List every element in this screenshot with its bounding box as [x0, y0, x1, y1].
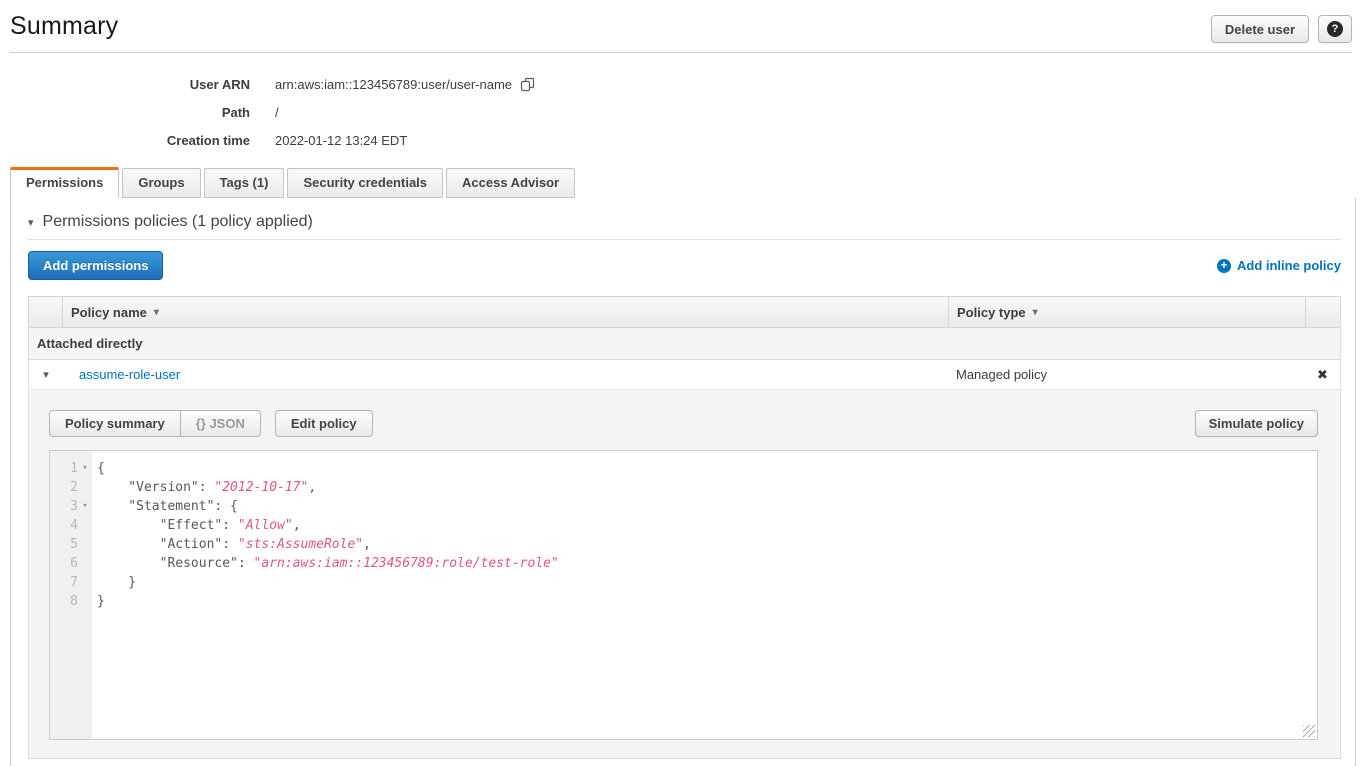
- remove-policy-icon[interactable]: ✖: [1305, 367, 1340, 383]
- json-button[interactable]: {} JSON: [180, 410, 261, 437]
- policy-table: Policy name ▾ Policy type ▾ Attached dir…: [28, 296, 1341, 759]
- path-label: Path: [0, 105, 250, 120]
- creation-time-value: 2022-01-12 13:24 EDT: [275, 133, 407, 148]
- delete-user-button[interactable]: Delete user: [1211, 15, 1309, 43]
- plus-icon: +: [1217, 259, 1231, 273]
- permissions-policies-section-header: ▾ Permissions policies (1 policy applied…: [28, 198, 1341, 231]
- page-title: Summary: [10, 12, 118, 41]
- simulate-policy-button[interactable]: Simulate policy: [1195, 410, 1318, 437]
- view-toggle-group: Policy summary {} JSON: [49, 410, 261, 437]
- tab-groups[interactable]: Groups: [122, 168, 200, 198]
- attached-directly-group-row: Attached directly: [28, 328, 1341, 360]
- copy-icon[interactable]: [520, 77, 535, 92]
- tab-permissions[interactable]: Permissions: [10, 167, 119, 198]
- policy-detail-toolbar: Policy summary {} JSON Edit policy Simul…: [49, 410, 1318, 437]
- policy-type-cell: Managed policy: [948, 367, 1305, 382]
- detail-row-user-arn: User ARN arn:aws:iam::123456789:user/use…: [0, 70, 1362, 98]
- row-expander-icon[interactable]: ▾: [29, 368, 63, 381]
- user-details: User ARN arn:aws:iam::123456789:user/use…: [0, 53, 1362, 154]
- section-divider: [28, 239, 1341, 240]
- path-value: /: [275, 105, 279, 120]
- tab-bar: Permissions Groups Tags (1) Security cre…: [0, 168, 1362, 198]
- edit-policy-button[interactable]: Edit policy: [275, 410, 373, 437]
- policy-json-editor[interactable]: 1▾23▾45678 { "Version": "2012-10-17", "S…: [49, 450, 1318, 740]
- section-heading: Permissions policies (1 policy applied): [43, 213, 313, 231]
- permissions-toolbar: Add permissions + Add inline policy: [28, 251, 1341, 280]
- section-collapse-icon[interactable]: ▾: [28, 216, 34, 229]
- sort-caret-icon: ▾: [154, 307, 159, 318]
- detail-row-creation-time: Creation time 2022-01-12 13:24 EDT: [0, 126, 1362, 154]
- policy-type-column-header[interactable]: Policy type ▾: [948, 297, 1305, 327]
- policy-table-row: ▾ assume-role-user Managed policy ✖: [28, 360, 1341, 390]
- tab-security-credentials[interactable]: Security credentials: [287, 168, 443, 198]
- tab-access-advisor[interactable]: Access Advisor: [446, 168, 575, 198]
- expander-column-header: [29, 297, 63, 327]
- policy-editor-gutter: 1▾23▾45678: [50, 451, 92, 739]
- help-icon: ?: [1327, 21, 1343, 37]
- editor-resize-handle[interactable]: [1303, 725, 1315, 737]
- page-header: Summary Delete user ?: [0, 0, 1362, 43]
- policy-name-column-header[interactable]: Policy name ▾: [63, 297, 948, 327]
- user-arn-label: User ARN: [0, 77, 250, 92]
- tab-tags[interactable]: Tags (1): [204, 168, 285, 198]
- policy-name-link[interactable]: assume-role-user: [79, 367, 180, 382]
- sort-caret-icon: ▾: [1033, 307, 1038, 318]
- permissions-tab-panel: ▾ Permissions policies (1 policy applied…: [10, 198, 1356, 766]
- header-actions: Delete user ?: [1211, 15, 1352, 43]
- policy-editor-lines[interactable]: { "Version": "2012-10-17", "Statement": …: [92, 451, 1317, 739]
- policy-table-header: Policy name ▾ Policy type ▾: [28, 296, 1341, 328]
- add-inline-policy-link[interactable]: + Add inline policy: [1217, 258, 1341, 273]
- actions-column-header: [1305, 297, 1340, 327]
- help-button[interactable]: ?: [1318, 15, 1352, 43]
- user-arn-value: arn:aws:iam::123456789:user/user-name: [275, 77, 512, 92]
- add-permissions-button[interactable]: Add permissions: [28, 251, 163, 280]
- detail-row-path: Path /: [0, 98, 1362, 126]
- policy-summary-button[interactable]: Policy summary: [49, 410, 181, 437]
- creation-time-label: Creation time: [0, 133, 250, 148]
- policy-detail-panel: Policy summary {} JSON Edit policy Simul…: [28, 390, 1341, 759]
